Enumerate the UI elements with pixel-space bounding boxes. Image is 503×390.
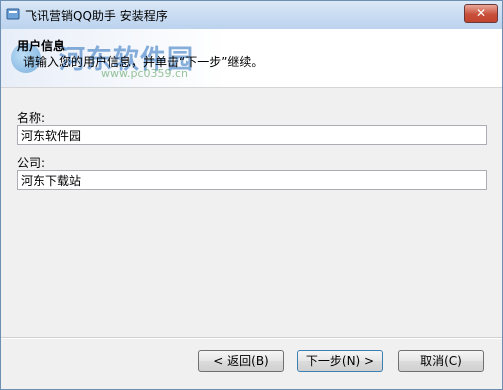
page-title: 用户信息 [17,39,66,53]
installer-window: 飞讯营销QQ助手 安装程序 ✕ 河东软件园 www.pc0359.cn 用户信息… [0,0,503,390]
footer-divider [1,337,502,339]
name-field[interactable]: 河东软件园 [17,125,487,145]
name-label: 名称: [17,111,46,125]
next-button[interactable]: 下一步(N) > [297,350,383,372]
installer-app-icon [6,8,20,20]
cancel-button[interactable]: 取消(C) [398,350,484,372]
company-label: 公司: [17,156,46,170]
company-field[interactable]: 河东下载站 [17,170,487,190]
title-bar: 飞讯营销QQ助手 安装程序 ✕ [1,1,502,29]
back-button[interactable]: < 返回(B) [198,350,284,372]
wizard-header: 河东软件园 www.pc0359.cn 用户信息 请输入您的用户信息，并单击“下… [1,29,502,88]
window-title: 飞讯营销QQ助手 安装程序 [25,9,168,23]
close-button[interactable]: ✕ [464,4,498,23]
page-description: 请输入您的用户信息，并单击“下一步”继续。 [23,55,264,69]
